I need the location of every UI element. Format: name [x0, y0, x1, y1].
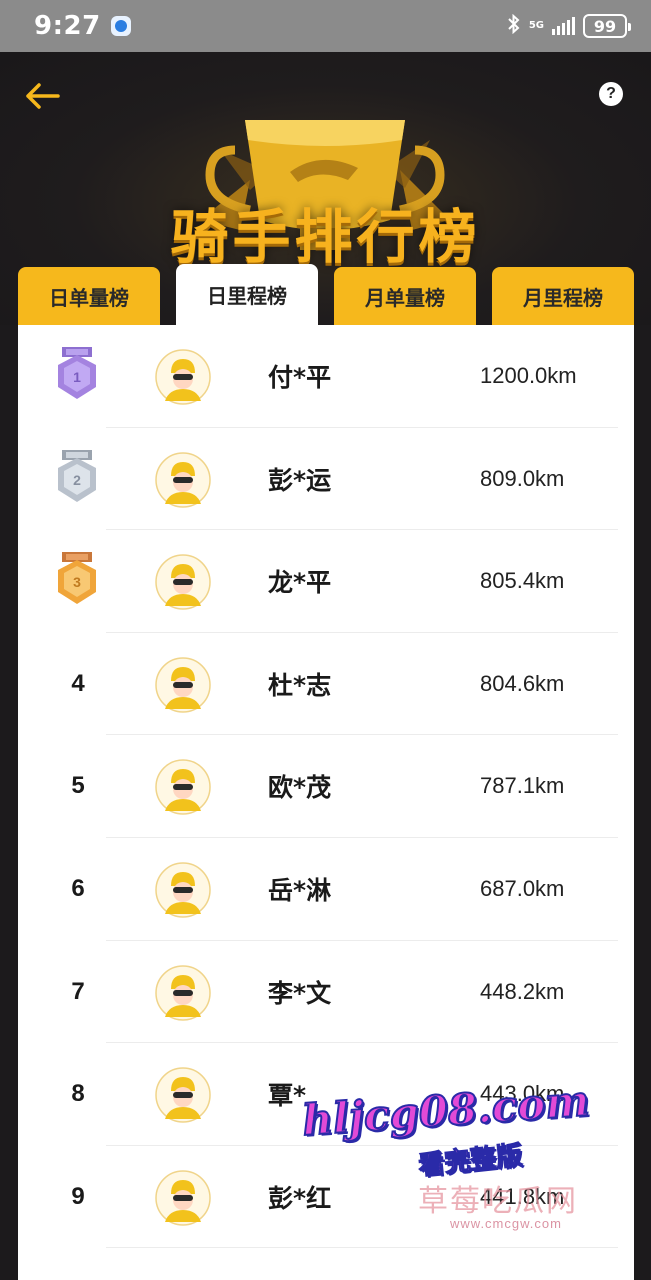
rider-avatar — [155, 554, 211, 610]
status-icons: 5G 99 — [507, 13, 631, 39]
rider-name: 覃* — [268, 1081, 307, 1111]
medal-rank-2-icon: 2 — [58, 449, 96, 502]
rider-distance: 805.4km — [480, 568, 565, 594]
rider-name: 岳*淋 — [268, 875, 332, 905]
rank-number: 6 — [71, 874, 85, 902]
tab-monthly-orders[interactable]: 月单量榜 — [334, 267, 476, 325]
bluetooth-icon — [507, 13, 521, 39]
rank-number: 4 — [71, 669, 85, 697]
rider-name: 彭*红 — [268, 1183, 332, 1213]
status-time: 9:27 — [34, 11, 101, 41]
page-title: 骑手排行榜 — [170, 203, 481, 271]
rider-distance: 687.0km — [480, 875, 565, 901]
battery-indicator: 99 — [583, 14, 631, 38]
ranking-tabs: 日单量榜 日里程榜 月单量榜 月里程榜 — [18, 264, 634, 325]
ranking-list: 1 付*平 1200.0km 2 彭*运 809.0km 3 龙*平 805.4… — [18, 325, 634, 1280]
rider-distance: 787.1km — [480, 773, 565, 799]
ranking-row[interactable]: 7 李*文 448.2km — [18, 941, 634, 1044]
rank-number: 9 — [71, 1182, 85, 1210]
network-type: 5G — [528, 20, 544, 31]
back-button[interactable] — [22, 76, 62, 116]
rider-avatar — [155, 657, 211, 713]
rider-avatar — [155, 862, 211, 918]
rider-avatar — [155, 451, 211, 508]
ranking-row[interactable]: 6 岳*淋 687.0km — [18, 838, 634, 941]
rider-avatar — [155, 964, 211, 1021]
rank-number: 8 — [71, 1080, 85, 1108]
signal-icon — [552, 17, 575, 35]
ranking-row[interactable]: 3 龙*平 805.4km — [18, 530, 634, 633]
rider-distance: 804.6km — [480, 670, 565, 696]
app-notification-icon — [110, 16, 131, 36]
rider-distance: 448.2km — [480, 978, 565, 1004]
medal-number: 1 — [73, 369, 81, 385]
rider-name: 杜*志 — [268, 670, 332, 700]
rider-distance: 1200.0km — [480, 363, 577, 388]
rider-name: 欧*茂 — [268, 773, 332, 803]
arrow-left-icon — [26, 83, 60, 109]
tab-daily-orders[interactable]: 日单量榜 — [18, 267, 160, 325]
status-bar: 9:27 5G 99 — [0, 0, 651, 52]
rider-avatar — [155, 1067, 211, 1123]
tab-monthly-distance[interactable]: 月里程榜 — [492, 267, 634, 325]
rider-avatar — [155, 759, 211, 816]
rider-name: 付*平 — [268, 363, 332, 392]
rank-number: 5 — [71, 772, 85, 800]
rider-name: 彭*运 — [268, 465, 332, 495]
help-button[interactable]: ? — [599, 82, 623, 106]
ranking-row[interactable]: 2 彭*运 809.0km — [18, 428, 634, 531]
medal-rank-3-icon: 3 — [58, 552, 96, 605]
rider-avatar — [155, 349, 211, 405]
ranking-row[interactable]: 9 彭*红 441.8km — [18, 1146, 634, 1249]
ranking-row[interactable]: 4 杜*志 804.6km — [18, 633, 634, 736]
medal-number: 3 — [73, 574, 81, 590]
ranking-row[interactable]: 8 覃* 443.0km — [18, 1043, 634, 1146]
ranking-row[interactable]: 1 付*平 1200.0km — [18, 325, 634, 428]
rank-number: 7 — [71, 977, 85, 1005]
row-divider — [106, 1247, 618, 1249]
rider-name: 李*文 — [268, 978, 332, 1008]
ranking-row[interactable]: 5 欧*茂 787.1km — [18, 735, 634, 838]
rider-distance: 443.0km — [480, 1081, 565, 1107]
rider-distance: 809.0km — [480, 465, 565, 491]
rider-avatar — [155, 1170, 211, 1226]
rider-name: 龙*平 — [268, 568, 332, 598]
rider-distance: 441.8km — [480, 1183, 565, 1209]
medal-rank-1-icon: 1 — [58, 347, 96, 399]
medal-number: 2 — [73, 472, 81, 488]
tab-daily-distance[interactable]: 日里程榜 — [176, 264, 318, 325]
